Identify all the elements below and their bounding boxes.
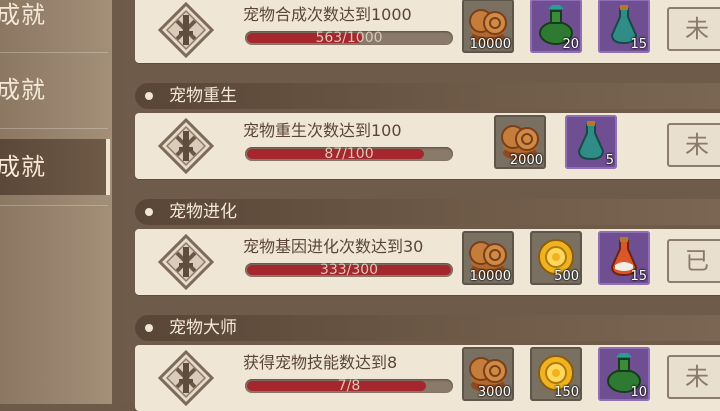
reward-item[interactable]: 5: [565, 115, 617, 169]
achievement-card: 宠物重生次数达到100 87/100 2000 5 未: [135, 113, 720, 179]
reward-quantity: 500: [554, 269, 579, 284]
bullet-dot: [145, 208, 153, 216]
section-header: 宠物大师: [135, 315, 720, 341]
reward-quantity: 10000: [469, 37, 511, 52]
reward-item[interactable]: 10000: [462, 231, 514, 285]
sidebar-tab-1[interactable]: 成就: [0, 0, 108, 40]
progress-bar: 333/300: [245, 262, 453, 278]
sidebar-tab-label: 成就: [0, 1, 46, 29]
task-description: 获得宠物技能数达到8: [243, 353, 398, 372]
task-description: 宠物重生次数达到100: [243, 121, 402, 140]
progress-text: 333/300: [319, 262, 379, 278]
bullet-dot: [145, 324, 153, 332]
claim-button[interactable]: 未: [667, 123, 720, 167]
sidebar-tab-3-active[interactable]: 成就: [0, 139, 108, 195]
sidebar-tab-label: 成就: [0, 153, 46, 181]
progress-text: 563/1000: [315, 30, 383, 46]
reward-item[interactable]: 3000: [462, 347, 514, 401]
reward-quantity: 10: [630, 385, 647, 400]
reward-item[interactable]: 150: [530, 347, 582, 401]
reward-quantity: 15: [630, 269, 647, 284]
section-title: 宠物重生: [169, 86, 237, 106]
reward-quantity: 20: [562, 37, 579, 52]
reward-item[interactable]: 2000: [494, 115, 546, 169]
reward-quantity: 10000: [469, 269, 511, 284]
claim-button[interactable]: 未: [667, 7, 720, 51]
achievement-sidebar: 成就 成就 成就: [0, 0, 112, 404]
task-description: 宠物基因进化次数达到30: [243, 237, 424, 256]
section-header: 宠物重生: [135, 83, 720, 109]
progress-text: 87/100: [324, 146, 374, 162]
reward-quantity: 15: [630, 37, 647, 52]
reward-item[interactable]: 15: [598, 231, 650, 285]
task-description: 宠物合成次数达到1000: [243, 5, 412, 24]
section-title: 宠物进化: [169, 202, 237, 222]
progress-text: 7/8: [337, 378, 361, 394]
reward-quantity: 5: [605, 153, 614, 168]
section-title: 宠物大师: [169, 318, 237, 338]
progress-bar: 87/100: [245, 146, 453, 162]
achievement-badge-icon: [157, 1, 215, 59]
claim-button[interactable]: 已: [667, 239, 720, 283]
sidebar-tab-2[interactable]: 成就: [0, 62, 108, 118]
active-tab-indicator: [106, 139, 110, 195]
achievement-card: 宠物基因进化次数达到30 333/300 10000 500 15 已: [135, 229, 720, 295]
sidebar-divider: [0, 205, 108, 206]
achievement-card: 宠物合成次数达到1000 563/1000 10000 20 15 未: [135, 0, 720, 63]
claim-button[interactable]: 未: [667, 355, 720, 399]
achievement-badge-icon: [157, 117, 215, 175]
sidebar-tab-label: 成就: [0, 76, 46, 104]
reward-item[interactable]: 10000: [462, 0, 514, 53]
reward-item[interactable]: 10: [598, 347, 650, 401]
reward-quantity: 3000: [477, 385, 511, 400]
sidebar-divider: [0, 128, 108, 129]
progress-bar: 7/8: [245, 378, 453, 394]
reward-item[interactable]: 20: [530, 0, 582, 53]
achievement-badge-icon: [157, 233, 215, 291]
progress-bar: 563/1000: [245, 30, 453, 46]
sidebar-divider: [0, 52, 108, 53]
reward-quantity: 2000: [509, 153, 543, 168]
reward-quantity: 150: [554, 385, 579, 400]
section-header: 宠物进化: [135, 199, 720, 225]
reward-item[interactable]: 15: [598, 0, 650, 53]
achievement-badge-icon: [157, 349, 215, 407]
reward-item[interactable]: 500: [530, 231, 582, 285]
achievement-card: 获得宠物技能数达到8 7/8 3000 150 10 未: [135, 345, 720, 411]
bullet-dot: [145, 92, 153, 100]
